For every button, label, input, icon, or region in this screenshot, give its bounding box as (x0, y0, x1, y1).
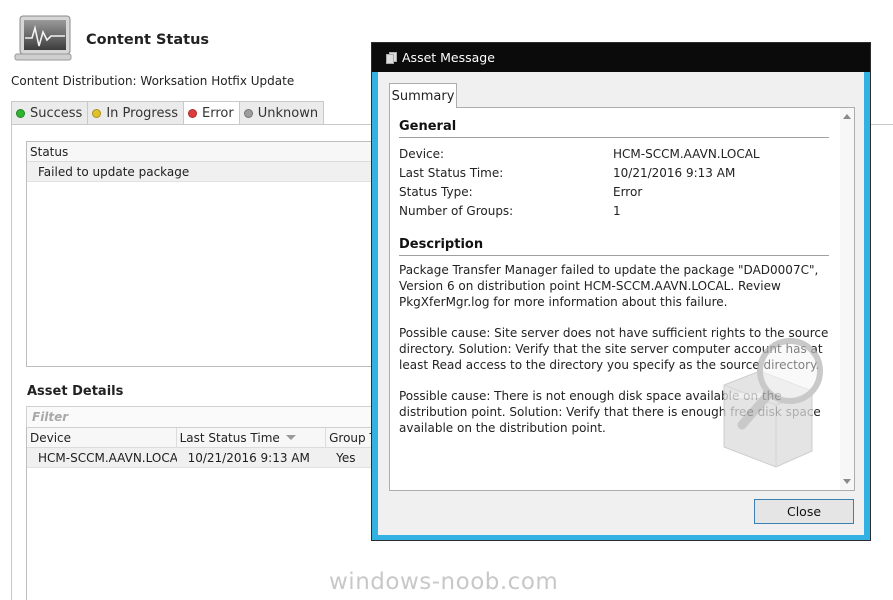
general-heading: General (399, 118, 829, 138)
column-label: Last Status Time (179, 430, 280, 445)
last-status-time-column-header[interactable]: Last Status Time (177, 428, 327, 447)
field-value: 10/21/2016 9:13 AM (613, 165, 736, 180)
table-header: Device Last Status Time Group T (27, 428, 376, 448)
page-title: Content Status (86, 32, 210, 48)
asset-details-table: Device Last Status Time Group T HCM-SCCM… (26, 428, 376, 600)
dialog-body: Summary General Device: HCM-SCCM.AAVN.LO… (378, 72, 864, 535)
tab-label: Success (30, 105, 83, 121)
vertical-scrollbar[interactable] (840, 108, 854, 490)
group-column-header[interactable]: Group T (326, 428, 376, 447)
last-status-time-field: Last Status Time: 10/21/2016 9:13 AM (399, 163, 829, 182)
gray-status-dot-icon (243, 108, 253, 118)
status-message: Failed to update package (38, 164, 190, 179)
list-item[interactable]: Failed to update package (27, 162, 375, 182)
close-button[interactable]: Close (754, 499, 854, 524)
device-cell: HCM-SCCM.AAVN.LOCAL (38, 450, 177, 465)
yellow-status-dot-icon (92, 108, 102, 118)
filter-input[interactable]: Filter (26, 406, 376, 428)
tab-label: In Progress (106, 105, 179, 121)
table-row[interactable]: HCM-SCCM.AAVN.LOCAL 10/21/2016 9:13 AM Y… (27, 448, 376, 468)
asset-message-dialog: Asset Message Summary General Device: HC… (371, 42, 871, 541)
field-label: Number of Groups: (399, 203, 514, 218)
content-distribution-subtitle: Content Distribution: Worksation Hotfix … (11, 74, 295, 88)
tab-label: Unknown (257, 105, 319, 121)
tab-label: Error (202, 105, 234, 121)
device-column-header[interactable]: Device (27, 428, 177, 447)
description-paragraph: Package Transfer Manager failed to updat… (399, 263, 819, 309)
field-label: Device: (399, 146, 445, 161)
field-label: Last Status Time: (399, 165, 504, 180)
dialog-title: Asset Message (402, 50, 495, 65)
field-label: Status Type: (399, 184, 473, 199)
dialog-title-bar[interactable]: Asset Message (372, 43, 870, 72)
scroll-up-arrow-icon[interactable] (843, 114, 851, 119)
magnifier-documents-icon (723, 338, 823, 468)
status-list[interactable]: Status Failed to update package (26, 141, 376, 367)
tab-summary[interactable]: Summary (389, 83, 457, 108)
description-heading: Description (399, 236, 829, 256)
status-tabs: Success In Progress Error Unknown (11, 101, 325, 125)
sort-descending-icon (285, 435, 296, 440)
field-value: Error (613, 184, 643, 199)
device-field: Device: HCM-SCCM.AAVN.LOCAL (399, 144, 829, 163)
tab-unknown[interactable]: Unknown (238, 101, 325, 125)
status-column-header[interactable]: Status (27, 142, 375, 162)
asset-details-heading: Asset Details (27, 384, 124, 399)
scroll-down-arrow-icon[interactable] (843, 479, 851, 484)
summary-content-pane[interactable]: General Device: HCM-SCCM.AAVN.LOCAL Last… (389, 107, 855, 491)
last-status-time-cell: 10/21/2016 9:13 AM (187, 450, 310, 465)
tab-error[interactable]: Error (183, 101, 239, 125)
red-status-dot-icon (188, 108, 198, 118)
status-type-field: Status Type: Error (399, 182, 829, 201)
number-of-groups-field: Number of Groups: 1 (399, 201, 829, 220)
group-cell: Yes (336, 450, 356, 465)
tab-panel-border (11, 124, 12, 600)
green-status-dot-icon (16, 108, 25, 118)
monitor-heartbeat-icon (14, 15, 72, 61)
tab-in-progress[interactable]: In Progress (87, 101, 184, 125)
watermark: windows-noob.com (329, 569, 559, 595)
field-value: 1 (613, 203, 621, 218)
field-value: HCM-SCCM.AAVN.LOCAL (613, 146, 760, 161)
message-window-icon (386, 51, 397, 64)
tab-success[interactable]: Success (11, 101, 88, 125)
